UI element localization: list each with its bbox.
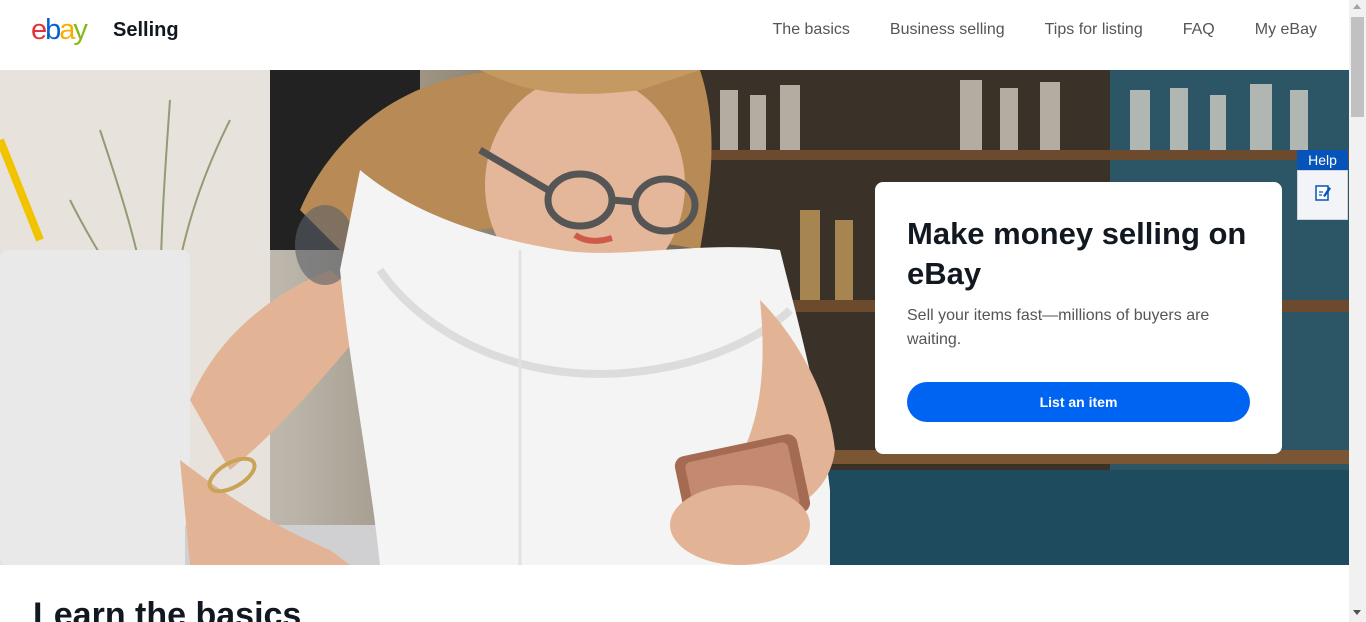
page: e b a y Selling The basics Business sell… <box>0 0 1366 622</box>
ebay-logo[interactable]: e b a y <box>31 14 88 46</box>
scroll-up-arrow-icon[interactable] <box>1353 4 1361 9</box>
logo-letter-y: y <box>73 14 87 46</box>
hero-banner: Make money selling on eBay Sell your ite… <box>0 70 1349 565</box>
nav-link-business-selling[interactable]: Business selling <box>890 21 1005 39</box>
nav-link-tips-for-listing[interactable]: Tips for listing <box>1045 21 1143 39</box>
site-header: e b a y Selling The basics Business sell… <box>0 0 1349 70</box>
feedback-icon <box>1314 184 1332 207</box>
help-tab-label[interactable]: Help <box>1297 150 1348 170</box>
hero-subtext: Sell your items fast—millions of buyers … <box>907 307 1210 348</box>
top-nav: The basics Business selling Tips for lis… <box>773 21 1317 39</box>
nav-link-the-basics[interactable]: The basics <box>773 21 850 39</box>
page-title: Selling <box>113 19 179 41</box>
section-title: Learn the basics <box>33 596 302 622</box>
logo-letter-b: b <box>45 14 61 46</box>
nav-link-faq[interactable]: FAQ <box>1183 21 1215 39</box>
help-widget[interactable]: Help <box>1297 150 1348 220</box>
vertical-scrollbar[interactable] <box>1349 0 1366 622</box>
help-box[interactable] <box>1297 170 1348 220</box>
logo-letter-e: e <box>31 14 47 46</box>
list-an-item-button[interactable]: List an item <box>907 382 1250 422</box>
nav-link-my-ebay[interactable]: My eBay <box>1255 21 1317 39</box>
hero-card: Make money selling on eBay Sell your ite… <box>875 182 1282 454</box>
hero-heading: Make money selling on eBay <box>907 216 1247 291</box>
scroll-down-arrow-icon[interactable] <box>1353 610 1361 615</box>
scroll-thumb[interactable] <box>1351 17 1364 117</box>
logo-letter-a: a <box>59 14 75 46</box>
